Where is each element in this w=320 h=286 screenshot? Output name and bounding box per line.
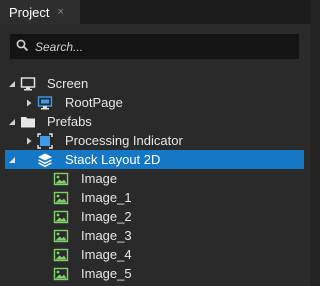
image-icon (53, 247, 69, 263)
page-icon (37, 95, 53, 111)
collapsed-arrow-icon[interactable] (24, 98, 34, 108)
tree-item-label: Processing Indicator (65, 133, 183, 148)
tab-title: Project (9, 4, 50, 20)
monitor-icon (20, 76, 36, 92)
tree-item-label: Image_4 (81, 247, 132, 262)
tab-project[interactable]: Project × (0, 0, 80, 24)
project-panel: Screen RootPage Prefabs Processing Indic… (0, 24, 310, 286)
image-icon (53, 190, 69, 206)
tree-item-rootpage[interactable]: RootPage (0, 93, 310, 112)
expanded-arrow-icon[interactable] (7, 117, 17, 127)
tree-item-screen[interactable]: Screen (0, 74, 310, 93)
tree-item-label: Image_1 (81, 190, 132, 205)
tree-item-image[interactable]: Image (0, 169, 310, 188)
layers-icon (37, 152, 53, 168)
tree-item-label: RootPage (65, 95, 123, 110)
tree-item-image[interactable]: Image_4 (0, 245, 310, 264)
tree-item-prefabs[interactable]: Prefabs (0, 112, 310, 131)
search-input[interactable] (35, 39, 275, 54)
tree-item-label: Screen (47, 76, 89, 91)
search-box[interactable] (10, 34, 299, 59)
image-icon (53, 228, 69, 244)
close-icon[interactable]: × (57, 6, 63, 18)
tab-bar: Project × (0, 0, 310, 24)
node-box-icon (37, 132, 53, 149)
tree-item-image[interactable]: Image_3 (0, 226, 310, 245)
tree-item-image[interactable]: Image_2 (0, 207, 310, 226)
tree-item-label: Image_2 (81, 209, 132, 224)
tree-item-processing-indicator[interactable]: Processing Indicator (0, 131, 310, 150)
search-icon (16, 39, 29, 55)
image-icon (53, 209, 69, 225)
tree-item-label: Image (81, 171, 118, 186)
tree-item-label: Image_3 (81, 228, 132, 243)
image-icon (53, 266, 69, 282)
tree-item-label: Prefabs (47, 114, 92, 129)
expanded-arrow-icon[interactable] (7, 79, 17, 89)
tree-item-label: Stack Layout 2D (65, 152, 161, 167)
folder-icon (20, 114, 36, 130)
collapsed-arrow-icon[interactable] (24, 136, 34, 146)
expanded-arrow-icon[interactable] (7, 155, 17, 165)
tree-item-image[interactable]: Image_5 (0, 264, 310, 283)
tree-item-label: Image_5 (81, 266, 132, 281)
tree-item-stack-layout-2d[interactable]: Stack Layout 2D (5, 150, 304, 169)
image-icon (53, 171, 69, 187)
tree-item-image[interactable]: Image_1 (0, 188, 310, 207)
